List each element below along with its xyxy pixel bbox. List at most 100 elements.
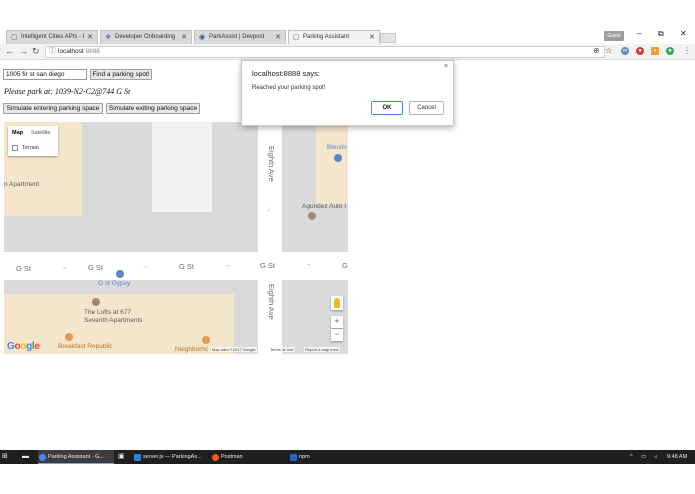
screen: ▢ Intelligent Cities APIs - I ✕ ❖ Develo… — [0, 0, 695, 494]
terrain-label: Terrain — [22, 145, 39, 151]
tray-chevron-icon[interactable]: ^ — [630, 450, 633, 464]
place-poi-icon[interactable] — [92, 298, 100, 306]
dropbox-icon: ❖ — [105, 34, 112, 41]
tab-label: Intelligent Cities APIs - I — [21, 34, 85, 40]
new-tab-button[interactable] — [380, 33, 396, 43]
tab-label: Parking Assistant — [303, 34, 350, 40]
shopping-poi-icon[interactable] — [334, 154, 342, 162]
extension-link-icon[interactable]: ∞ — [621, 47, 629, 55]
url-port: :8888 — [83, 48, 100, 55]
vscode-icon — [134, 454, 141, 461]
terrain-checkbox[interactable] — [12, 145, 18, 151]
forward-arrow-icon[interactable]: → — [19, 46, 28, 56]
tab-label: ParkAssist | Devpost — [209, 34, 265, 40]
minimize-icon[interactable]: – — [637, 29, 641, 38]
map-type-satellite[interactable]: Satellite — [31, 130, 51, 136]
simulate-exit-button[interactable]: Simulate exiting parking space — [106, 103, 200, 114]
clock-time[interactable]: 9:48 AM — [667, 450, 687, 464]
google-map[interactable]: Map Satellite Terrain n Apartment Blends… — [4, 122, 348, 354]
menu-dots-icon[interactable]: ⋮ — [683, 46, 691, 55]
close-tab-icon[interactable]: ✕ — [275, 31, 281, 44]
zoom-in-button[interactable]: + — [331, 316, 343, 328]
street-label-g-st: G St — [16, 264, 32, 273]
evernote-icon[interactable]: ● — [666, 47, 674, 55]
zoom-out-button[interactable]: − — [331, 329, 343, 341]
pegman-icon[interactable] — [331, 296, 343, 310]
windows-start-icon[interactable]: ⊞ — [2, 450, 14, 464]
restaurant-poi-icon[interactable] — [65, 333, 73, 341]
browser-tab-bar: ▢ Intelligent Cities APIs - I ✕ ❖ Develo… — [0, 28, 695, 44]
tab-parkassist-devpost[interactable]: ◉ ParkAssist | Devpost ✕ — [194, 30, 286, 44]
chrome-icon — [39, 454, 46, 461]
shopping-poi-icon[interactable] — [116, 270, 124, 278]
taskbar-item-vscode[interactable]: server.js — ParkingAs... — [133, 450, 207, 464]
taskbar-item-chrome[interactable]: Parking Assistant - G... — [38, 450, 114, 464]
taskbar-label: Parking Assistant - G... — [48, 454, 104, 460]
street-label-eighth-ave: Eighth Ave — [267, 284, 276, 320]
map-label-blends: Blends — [327, 144, 347, 151]
map-label-gst-gypsy: G st Gypsy — [98, 280, 131, 287]
alert-dialog: × localhost:8888 says: Reached your park… — [241, 60, 454, 126]
map-label-lofts: The Lofts at 677 Seventh Apartments — [84, 309, 143, 324]
page-icon: ▢ — [293, 34, 300, 41]
tab-intelligent-cities[interactable]: ▢ Intelligent Cities APIs - I ✕ — [6, 30, 98, 44]
file-explorer-icon[interactable]: ▬ — [22, 450, 32, 464]
map-label-breakfast: Breakfast Republic — [58, 343, 113, 350]
user-profile-badge[interactable]: Guest — [604, 31, 624, 41]
map-type-control[interactable]: Map Satellite Terrain — [8, 126, 58, 156]
url-host: localhost — [58, 48, 84, 55]
place-poi-icon[interactable] — [308, 212, 316, 220]
terminal-icon[interactable]: ▣ — [118, 450, 128, 464]
one-way-arrow-icon: → — [61, 264, 68, 271]
info-icon[interactable]: ⓘ — [49, 47, 56, 57]
page-icon: ▢ — [11, 34, 18, 41]
street-label-g-st: G St — [260, 261, 276, 270]
tab-developer-onboarding[interactable]: ❖ Developer Onboarding ✕ — [100, 30, 192, 44]
map-data-attribution: Map data ©2017 Google — [211, 347, 257, 352]
find-parking-button[interactable]: Find a parking spot! — [90, 69, 152, 80]
postman-icon — [212, 454, 219, 461]
address-input[interactable]: 1005 fir st san diego — [3, 69, 87, 80]
bookmark-star-icon[interactable]: ☆ — [605, 46, 612, 55]
dialog-title: localhost:8888 says: — [252, 69, 320, 78]
map-block — [152, 122, 212, 212]
one-way-arrow-icon: ↓ — [267, 206, 271, 213]
taskbar-item-npm[interactable]: npm — [289, 450, 361, 464]
taskbar-item-postman[interactable]: Postman — [211, 450, 281, 464]
one-way-arrow-icon: → — [305, 261, 312, 268]
extension-icon[interactable]: ▪ — [651, 47, 659, 55]
adblock-icon[interactable]: ● — [636, 47, 644, 55]
browser-toolbar: ← → ↻ ⓘ localhost:8888 ⊕ ☆ ∞ ● ▪ ● ⋮ — [0, 44, 695, 60]
restaurant-poi-icon[interactable] — [202, 336, 210, 344]
street-label-g-cut: G — [342, 261, 348, 270]
tab-parking-assistant[interactable]: ▢ Parking Assistant ✕ — [288, 30, 380, 44]
cancel-button[interactable]: Cancel — [409, 101, 444, 115]
park-location-text: Please park at: 1039-N2-C2@744 G St — [4, 87, 131, 96]
map-type-map[interactable]: Map — [12, 130, 23, 136]
terms-of-use-link[interactable]: Terms of Use — [269, 347, 295, 352]
street-label-g-st: G St — [88, 263, 104, 272]
taskbar-label: server.js — ParkingAs... — [143, 454, 202, 460]
dialog-message: Reached your parking spot! — [252, 85, 326, 91]
map-block — [316, 122, 348, 204]
address-bar[interactable]: ⓘ localhost:8888 — [45, 46, 605, 58]
restore-icon[interactable]: ⧉ — [658, 29, 664, 39]
volume-icon[interactable]: ◃ — [654, 450, 657, 464]
one-way-arrow-icon: → — [142, 263, 149, 270]
close-tab-icon[interactable]: ✕ — [369, 31, 375, 44]
close-window-icon[interactable]: ✕ — [680, 29, 687, 38]
close-tab-icon[interactable]: ✕ — [87, 31, 93, 44]
back-arrow-icon[interactable]: ← — [5, 46, 14, 56]
close-icon[interactable]: × — [444, 63, 448, 70]
close-tab-icon[interactable]: ✕ — [181, 31, 187, 44]
street-label-eighth-ave: Eighth Ave — [267, 146, 276, 182]
report-map-error-link[interactable]: Report a map error — [304, 347, 340, 352]
ok-button[interactable]: OK — [371, 101, 403, 115]
simulate-enter-button[interactable]: Simulate entering parking space — [3, 103, 103, 114]
target-icon[interactable]: ⊕ — [593, 46, 600, 55]
taskbar-label: npm — [299, 454, 310, 460]
battery-icon[interactable]: ▭ — [641, 450, 646, 464]
map-label-apartment: n Apartment — [4, 181, 40, 188]
reload-icon[interactable]: ↻ — [32, 46, 40, 57]
map-label-neighborhood: Neighborhc — [175, 346, 209, 353]
